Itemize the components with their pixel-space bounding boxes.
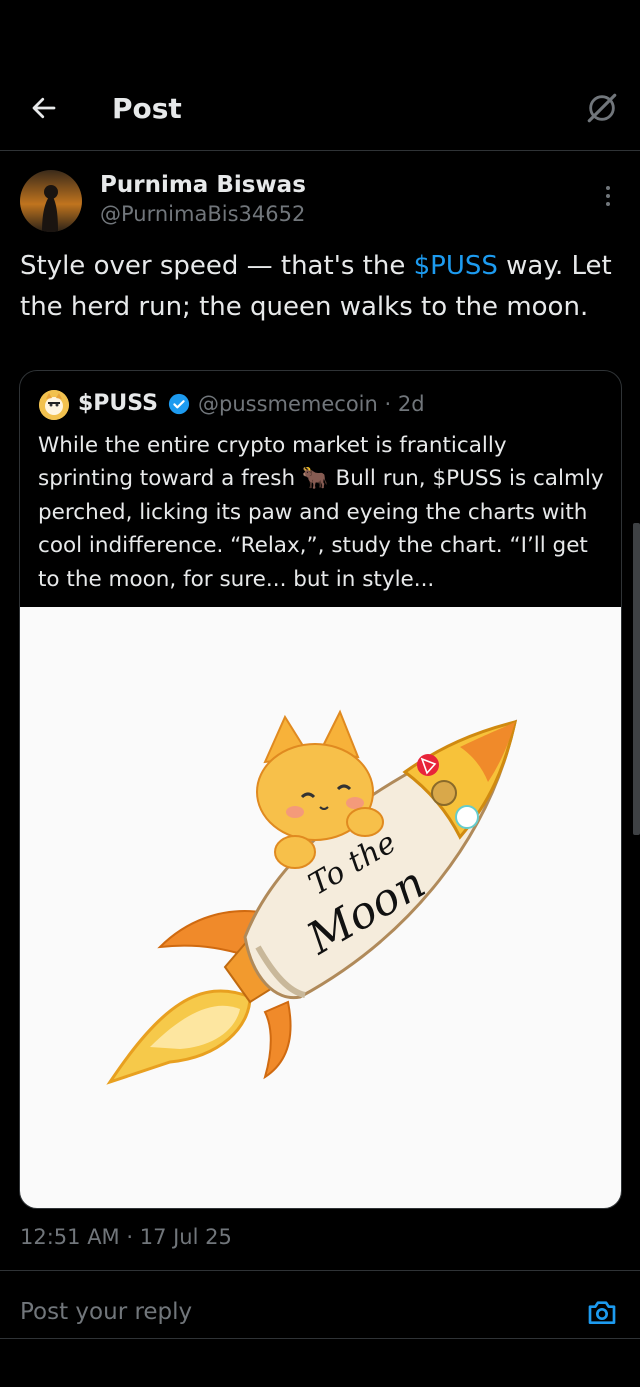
quote-text: While the entire crypto market is franti… — [38, 429, 608, 596]
camera-icon — [588, 1301, 616, 1324]
cat-sticker — [455, 805, 479, 829]
verified-badge-icon — [168, 393, 190, 415]
reply-divider-top — [0, 1270, 640, 1271]
quote-author-name[interactable]: $PUSS — [78, 389, 158, 419]
post-timestamp[interactable]: 12:51 AM · 17 Jul 25 — [20, 1222, 232, 1252]
cashtag-link[interactable]: $PUSS — [414, 251, 498, 281]
header-divider — [0, 150, 640, 151]
author-handle[interactable]: @PurnimaBis34652 — [100, 200, 305, 228]
author-name[interactable]: Purnima Biswas — [100, 170, 306, 200]
more-dots-icon — [606, 186, 610, 190]
reply-divider-bottom — [0, 1338, 640, 1339]
quote-avatar[interactable] — [39, 390, 69, 420]
avatar[interactable] — [20, 170, 82, 232]
back-button[interactable] — [22, 88, 66, 128]
post-text-part: Style over speed — that's the — [20, 251, 414, 281]
quote-author-handle: @pussmemecoin · 2d — [198, 390, 425, 418]
reply-input[interactable]: Post your reply — [20, 1296, 192, 1328]
quote-age: · 2d — [384, 392, 425, 416]
doge-sticker — [431, 780, 457, 806]
grok-button[interactable] — [580, 86, 624, 130]
quote-handle-text: @pussmemecoin — [198, 392, 378, 416]
page-title: Post — [112, 92, 182, 125]
scrollbar[interactable] — [633, 523, 640, 835]
rocket-fin-bottom — [263, 1000, 292, 1080]
quoted-post[interactable]: $PUSS @pussmemecoin · 2d While the entir… — [19, 370, 622, 1209]
camera-button[interactable] — [584, 1294, 620, 1330]
bull-emoji: 🐂 — [301, 466, 329, 492]
more-options-button[interactable] — [594, 180, 622, 212]
grok-icon — [587, 93, 617, 123]
rocket-flame — [106, 989, 252, 1085]
arrow-left-icon — [32, 97, 56, 119]
quote-media-image[interactable]: To the Moon — [20, 607, 621, 1208]
post-text: Style over speed — that's the $PUSS way.… — [20, 246, 620, 328]
